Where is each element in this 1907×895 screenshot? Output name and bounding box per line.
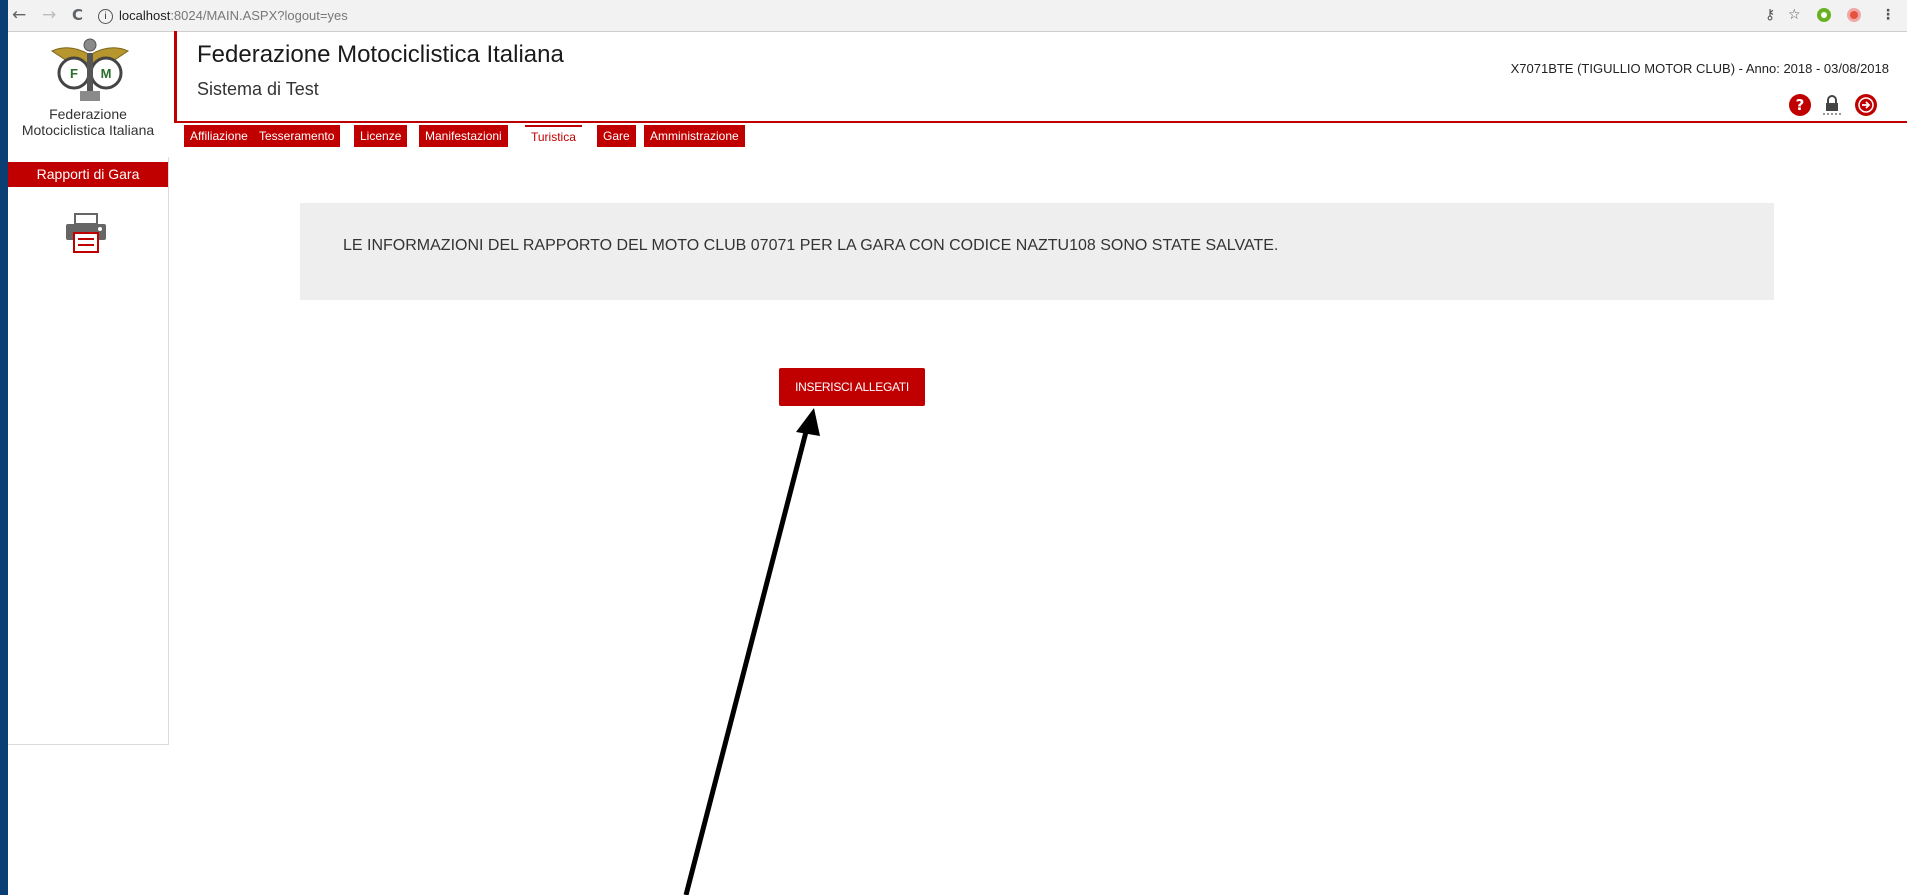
header-divider xyxy=(174,121,1907,123)
sidebar-item-rapporti-di-gara[interactable]: Rapporti di Gara xyxy=(8,162,168,187)
fmi-emblem-icon: F M xyxy=(50,38,130,101)
sidebar: Rapporti di Gara xyxy=(8,157,169,745)
user-info: X7071BTE (TIGULLIO MOTOR CLUB) - Anno: 2… xyxy=(1510,61,1889,76)
url-host: localhost xyxy=(119,8,171,23)
address-bar[interactable]: i localhost:8024/MAIN.ASPX?logout=yes xyxy=(98,6,1738,25)
svg-text:?: ? xyxy=(1796,96,1805,114)
menu-icon[interactable]: ⋮ xyxy=(1881,7,1895,23)
reload-icon[interactable]: C xyxy=(72,6,83,24)
svg-text:M: M xyxy=(101,66,112,81)
logo[interactable]: F M Federazione Motociclistica Italiana xyxy=(8,31,168,157)
browser-toolbar: ← → C i localhost:8024/MAIN.ASPX?logout=y… xyxy=(8,0,1907,32)
forward-icon[interactable]: → xyxy=(42,6,56,24)
tab-licenze[interactable]: Licenze xyxy=(354,125,408,147)
app-title: Federazione Motociclistica Italiana xyxy=(197,41,564,68)
site-info-icon[interactable]: i xyxy=(98,9,113,25)
logout-icon[interactable] xyxy=(1854,93,1878,117)
svg-text:F: F xyxy=(70,66,78,81)
tab-turistica[interactable]: Turistica xyxy=(525,125,582,149)
lock-icon[interactable] xyxy=(1820,93,1844,117)
key-icon[interactable]: ⚷ xyxy=(1765,7,1775,23)
tab-tesseramento[interactable]: Tesseramento xyxy=(253,125,341,147)
help-icon[interactable]: ? xyxy=(1788,93,1812,117)
tab-amministrazione[interactable]: Amministrazione xyxy=(644,125,745,147)
inserisci-allegati-button[interactable]: INSERISCI ALLEGATI xyxy=(779,368,925,406)
tab-gare[interactable]: Gare xyxy=(597,125,636,147)
extension-icon-2[interactable] xyxy=(1846,7,1862,27)
tab-affiliazione[interactable]: Affiliazione xyxy=(184,125,254,147)
back-icon[interactable]: ← xyxy=(12,6,26,24)
logo-caption: Federazione Motociclistica Italiana xyxy=(21,106,155,138)
success-message: LE INFORMAZIONI DEL RAPPORTO DEL MOTO CL… xyxy=(343,237,1279,254)
star-icon[interactable]: ☆ xyxy=(1788,7,1801,23)
browser-window: ← → C i localhost:8024/MAIN.ASPX?logout=y… xyxy=(8,0,1907,895)
tab-manifestazioni[interactable]: Manifestazioni xyxy=(419,125,508,147)
printer-icon[interactable] xyxy=(64,213,108,253)
url-path: :8024/MAIN.ASPX?logout=yes xyxy=(170,8,348,23)
extension-icon[interactable] xyxy=(1816,7,1832,27)
app-subtitle: Sistema di Test xyxy=(197,79,319,99)
header-title-block: Federazione Motociclistica Italiana Sist… xyxy=(174,31,564,122)
success-message-box: LE INFORMAZIONI DEL RAPPORTO DEL MOTO CL… xyxy=(300,203,1774,300)
